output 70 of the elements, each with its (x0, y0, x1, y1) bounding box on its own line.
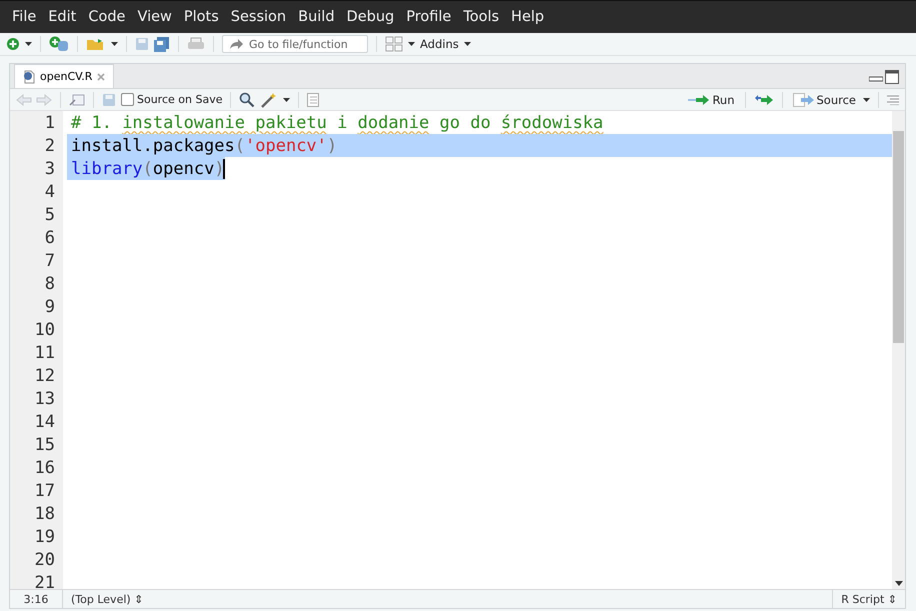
rerun-icon[interactable] (754, 94, 774, 106)
line-number: 16 (34, 458, 56, 478)
run-button[interactable]: Run (686, 92, 736, 106)
line-number: 12 (34, 366, 56, 386)
line-number: 10 (34, 320, 56, 340)
menu-item[interactable]: Code (82, 9, 132, 25)
magic-wand-icon[interactable] (260, 92, 278, 108)
file-type-selector[interactable]: R Script ⇕ (832, 590, 905, 608)
scroll-thumb[interactable] (893, 131, 904, 343)
line-number: 19 (34, 526, 56, 546)
caret-icon[interactable] (464, 42, 471, 46)
outline-icon[interactable] (307, 92, 320, 106)
caret-icon[interactable] (863, 98, 870, 102)
r-file-icon (23, 70, 35, 84)
scroll-down-icon[interactable] (894, 581, 902, 586)
line-number: 4 (44, 182, 56, 202)
line-number: 14 (34, 412, 56, 432)
align-icon[interactable] (887, 94, 899, 104)
folder-icon[interactable] (86, 37, 106, 51)
line-number: 15 (34, 434, 56, 454)
menu-item[interactable]: Debug (340, 9, 400, 25)
line-number: 3 (44, 158, 56, 178)
line-number: 9 (44, 296, 56, 316)
close-icon[interactable] (97, 72, 106, 80)
menu-item[interactable]: File (6, 9, 42, 25)
line-number: 7 (44, 250, 56, 270)
menu-item[interactable]: View (131, 9, 178, 25)
save-all-icon[interactable] (154, 36, 170, 52)
go-to-file-field[interactable]: Go to file/function (222, 35, 368, 53)
search-icon[interactable] (239, 92, 256, 108)
line-number: 18 (34, 504, 56, 524)
menu-item[interactable]: Plots (178, 9, 225, 25)
addins-menu[interactable]: Addins (420, 37, 459, 51)
line-number: 21 (34, 572, 56, 589)
line-number: 2 (44, 136, 56, 156)
line-number: 17 (34, 480, 56, 500)
menu-item[interactable]: Profile (400, 9, 458, 25)
source-on-save-checkbox[interactable]: Source on Save (121, 93, 222, 106)
menu-item[interactable]: Edit (42, 9, 82, 25)
popout-icon[interactable] (69, 92, 85, 106)
line-number: 5 (44, 204, 56, 224)
caret-icon[interactable] (408, 42, 415, 46)
line-number: 20 (34, 550, 56, 570)
scrollbar[interactable] (892, 111, 905, 589)
printer-icon[interactable] (187, 37, 205, 51)
caret-icon[interactable] (283, 98, 290, 102)
caret-icon[interactable] (25, 42, 32, 46)
source-button[interactable]: Source (790, 92, 858, 106)
scope-selector[interactable]: (Top Level) ⇕ (63, 592, 144, 606)
file-tab[interactable]: openCV.R (14, 64, 114, 88)
menu-item[interactable]: Session (224, 9, 292, 25)
caret-icon[interactable] (111, 42, 118, 46)
line-number: 11 (34, 342, 56, 362)
source-arrow-icon (792, 92, 814, 106)
new-file-icon[interactable] (6, 37, 20, 51)
grid-icon[interactable] (385, 36, 403, 52)
run-arrow-icon (688, 94, 710, 106)
menu-item[interactable]: Help (505, 9, 550, 25)
line-number: 1 (44, 112, 56, 132)
arrow-icon (229, 38, 243, 50)
new-project-icon[interactable] (49, 36, 69, 52)
line-number: 6 (44, 228, 56, 248)
code-line: install.packages('opencv') (70, 134, 338, 157)
menu-item[interactable]: Tools (457, 9, 506, 25)
maximize-icon[interactable] (885, 70, 899, 84)
menu-item[interactable]: Build (292, 9, 341, 25)
line-number: 8 (44, 274, 56, 294)
code-line: # 1. instalowanie pakietu i dodanie go do środowiska (70, 112, 604, 134)
cursor-position: 3:16 (10, 590, 63, 608)
line-number: 13 (34, 388, 56, 408)
